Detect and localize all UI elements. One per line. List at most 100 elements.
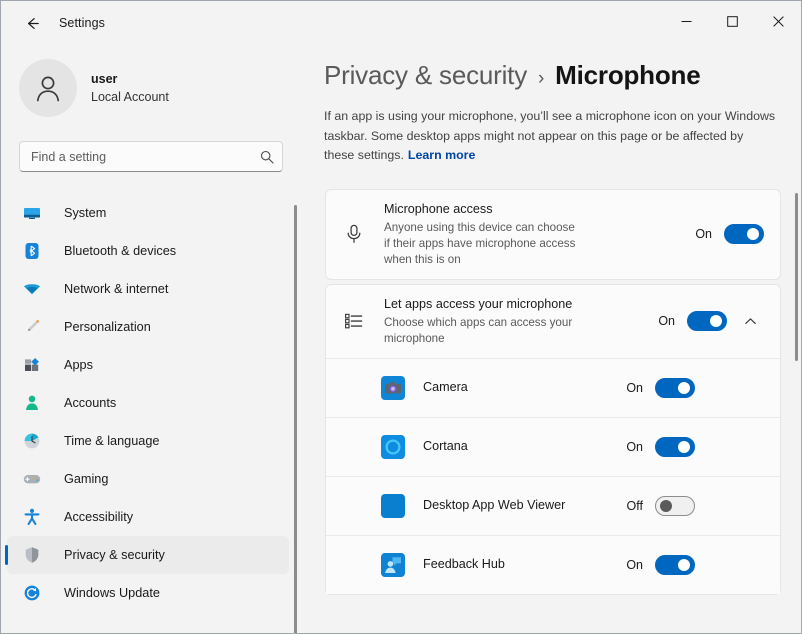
camera-app-icon — [381, 375, 405, 400]
learn-more-link[interactable]: Learn more — [408, 148, 475, 162]
sidebar-item-accounts[interactable]: Accounts — [7, 384, 289, 422]
sidebar-item-label: System — [64, 206, 107, 220]
app-row-cortana[interactable]: Cortana On — [326, 416, 780, 476]
sidebar-item-label: Privacy & security — [64, 548, 165, 562]
sidebar-item-label: Accounts — [64, 396, 117, 410]
bluetooth-icon — [21, 240, 43, 262]
let-apps-access-row: Let apps access your microphone Choose w… — [326, 285, 780, 358]
microphone-icon — [341, 221, 367, 247]
gamepad-icon — [21, 468, 43, 490]
sidebar: user Local Account Find a setting System… — [1, 45, 301, 633]
settings-window: Settings user Local Account Find a setti… — [0, 0, 802, 634]
window-controls — [663, 1, 801, 41]
back-button[interactable] — [15, 8, 49, 38]
search-icon[interactable] — [256, 146, 277, 167]
display-icon — [21, 202, 43, 224]
chevron-up-icon[interactable] — [736, 307, 764, 335]
clock-icon — [21, 430, 43, 452]
search-input[interactable] — [19, 141, 283, 172]
sidebar-item-label: Personalization — [64, 320, 151, 334]
avatar — [19, 59, 77, 117]
sidebar-item-windows-update[interactable]: Windows Update — [7, 574, 289, 612]
sidebar-item-privacy-security[interactable]: Privacy & security — [5, 536, 289, 574]
sidebar-item-label: Apps — [64, 358, 93, 372]
desktop-web-viewer-toggle[interactable] — [655, 495, 695, 516]
breadcrumb-parent[interactable]: Privacy & security — [324, 60, 527, 91]
feedback-hub-app-icon — [381, 552, 405, 577]
toggle-state-label: On — [626, 557, 643, 572]
account-type: Local Account — [91, 89, 169, 104]
let-apps-access-card: Let apps access your microphone Choose w… — [325, 283, 781, 595]
brush-icon — [21, 316, 43, 338]
camera-toggle[interactable] — [655, 377, 695, 398]
app-row-camera[interactable]: Camera On — [326, 357, 780, 417]
app-name: Camera — [423, 380, 468, 394]
title-bar: Settings — [1, 1, 801, 45]
wifi-icon — [21, 278, 43, 300]
sidebar-item-label: Windows Update — [64, 586, 160, 600]
account-name: user — [91, 71, 118, 86]
cortana-toggle[interactable] — [655, 436, 695, 457]
microphone-access-toggle-group: On — [692, 224, 764, 244]
let-apps-access-toggle-group: On — [655, 307, 764, 335]
feedback-hub-toggle-group: On — [623, 554, 695, 575]
desktop-web-viewer-toggle-group: Off — [623, 495, 695, 516]
sidebar-scrollbar[interactable] — [294, 205, 297, 633]
sidebar-item-label: Network & internet — [64, 282, 169, 296]
breadcrumb: Privacy & security › Microphone — [324, 60, 801, 91]
app-name: Cortana — [423, 439, 468, 453]
toggle-state-label: Off — [626, 498, 643, 513]
camera-toggle-group: On — [623, 377, 695, 398]
main-content: Privacy & security › Microphone If an ap… — [301, 45, 801, 633]
let-apps-access-toggle[interactable] — [687, 311, 727, 331]
page-description-text: If an app is using your microphone, you’… — [324, 109, 776, 162]
page-description: If an app is using your microphone, you’… — [324, 107, 776, 166]
minimize-button[interactable] — [663, 1, 709, 41]
toggle-state-label: On — [658, 314, 675, 328]
app-row-feedback-hub[interactable]: Feedback Hub On — [326, 534, 780, 594]
settings-cards: Microphone access Anyone using this devi… — [325, 188, 781, 595]
sidebar-item-label: Time & language — [64, 434, 160, 448]
feedback-hub-toggle[interactable] — [655, 554, 695, 575]
page-title: Microphone — [555, 60, 701, 90]
sidebar-item-accessibility[interactable]: Accessibility — [7, 498, 289, 536]
account-block[interactable]: user Local Account — [19, 59, 301, 117]
close-button[interactable] — [755, 1, 801, 41]
cortana-app-icon — [381, 434, 405, 459]
sidebar-item-label: Accessibility — [64, 510, 134, 524]
app-name: Desktop App Web Viewer — [423, 498, 566, 512]
toggle-state-label: On — [626, 380, 643, 395]
app-row-desktop-app-web-viewer[interactable]: Desktop App Web Viewer Off — [326, 475, 780, 535]
sidebar-item-label: Bluetooth & devices — [64, 244, 177, 258]
main-scrollbar[interactable] — [795, 193, 798, 361]
update-icon — [21, 582, 43, 604]
sidebar-item-bluetooth-devices[interactable]: Bluetooth & devices — [7, 232, 289, 270]
sidebar-nav: System Bluetooth & devices Network & int… — [1, 194, 301, 612]
microphone-access-toggle[interactable] — [724, 224, 764, 244]
breadcrumb-separator-icon: › — [538, 68, 545, 89]
microphone-access-card: Microphone access Anyone using this devi… — [325, 188, 781, 280]
sidebar-item-network-internet[interactable]: Network & internet — [7, 270, 289, 308]
desktop-web-viewer-app-icon — [381, 493, 405, 518]
accessibility-icon — [21, 506, 43, 528]
sidebar-item-label: Gaming — [64, 472, 109, 486]
person-icon — [21, 392, 43, 414]
toggle-state-label: On — [695, 227, 712, 241]
app-name: Feedback Hub — [423, 557, 505, 571]
microphone-access-row: Microphone access Anyone using this devi… — [326, 190, 780, 279]
card-subtitle: Choose which apps can access your microp… — [384, 315, 573, 345]
list-icon — [341, 308, 367, 334]
shield-icon — [21, 544, 43, 566]
apps-icon — [21, 354, 43, 376]
sidebar-item-system[interactable]: System — [7, 194, 289, 232]
toggle-state-label: On — [626, 439, 643, 454]
app-title: Settings — [59, 16, 105, 30]
search-box — [19, 141, 283, 172]
maximize-button[interactable] — [709, 1, 755, 41]
card-title: Microphone access — [384, 201, 493, 216]
sidebar-item-gaming[interactable]: Gaming — [7, 460, 289, 498]
card-subtitle: Anyone using this device can choose if t… — [384, 220, 576, 266]
sidebar-item-personalization[interactable]: Personalization — [7, 308, 289, 346]
sidebar-item-apps[interactable]: Apps — [7, 346, 289, 384]
sidebar-item-time-language[interactable]: Time & language — [7, 422, 289, 460]
